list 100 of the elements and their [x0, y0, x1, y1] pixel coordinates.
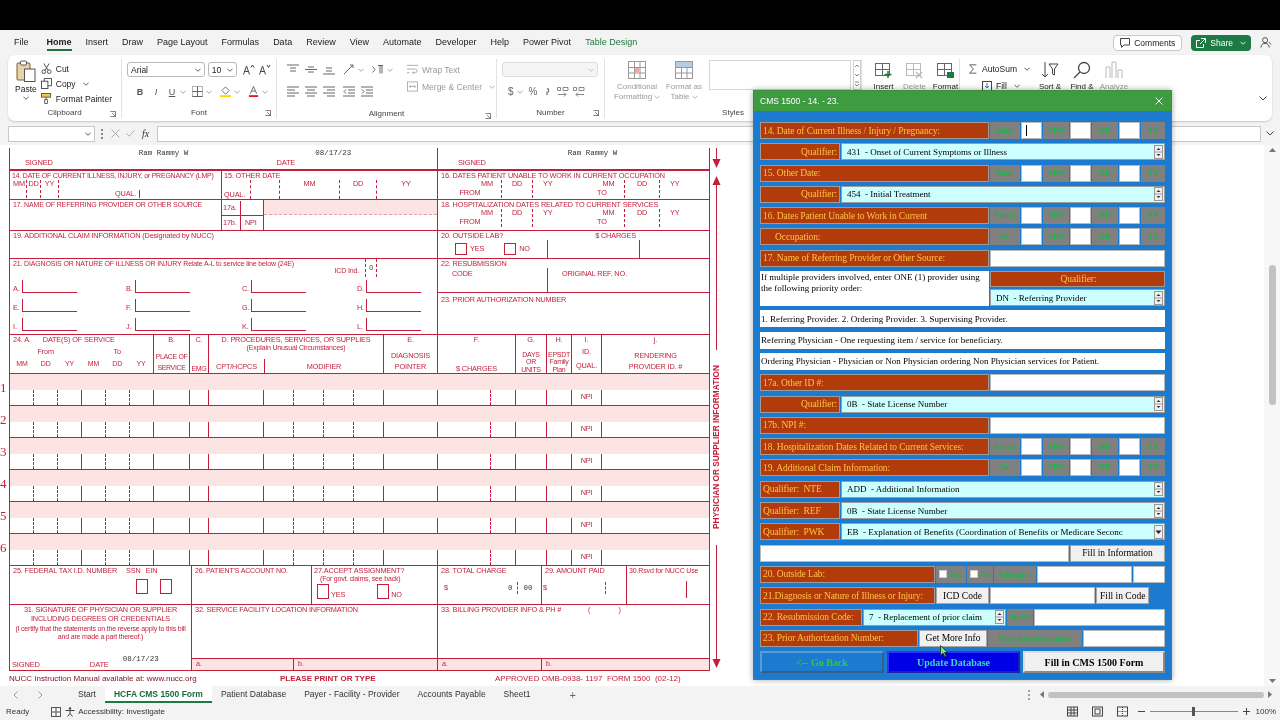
- ribbon-tab[interactable]: Data: [273, 34, 293, 51]
- zoom-level[interactable]: 100%: [1255, 707, 1276, 716]
- fill-button[interactable]: Fill: [982, 78, 1034, 93]
- collapse-ribbon-icon[interactable]: [1259, 96, 1267, 101]
- qualifier-dropdown[interactable]: ADD - Additional Information: [841, 480, 1165, 498]
- copy-button[interactable]: Copy: [40, 76, 112, 91]
- autosum-button[interactable]: AutoSum: [968, 61, 1034, 76]
- scrollbar-thumb[interactable]: [1048, 691, 1264, 698]
- fill-form-button[interactable]: Fill in CMS 1500 Form: [1023, 651, 1165, 674]
- accounting-format-button[interactable]: $: [508, 86, 514, 97]
- ribbon-tab[interactable]: Developer: [435, 34, 477, 51]
- scroll-right-icon[interactable]: [1268, 691, 1272, 698]
- align-middle-icon[interactable]: [305, 64, 317, 75]
- format-painter-button[interactable]: Format Painter: [40, 91, 112, 106]
- ribbon-tab[interactable]: Automate: [383, 34, 422, 51]
- font-size-dropdown[interactable]: 10: [207, 62, 237, 77]
- ribbon-tab[interactable]: Formulas: [221, 34, 260, 51]
- cut-button[interactable]: Cut: [40, 61, 112, 76]
- spin-buttons-icon[interactable]: [1154, 482, 1163, 497]
- text-input[interactable]: [1021, 122, 1042, 139]
- dialog-launcher-icon[interactable]: [593, 110, 599, 116]
- spin-buttons-icon[interactable]: [1154, 397, 1163, 412]
- comments-button[interactable]: Comments: [1113, 34, 1183, 51]
- text-input[interactable]: [1119, 164, 1140, 182]
- text-input[interactable]: [1070, 228, 1091, 246]
- text-input[interactable]: [1037, 565, 1132, 583]
- text-input[interactable]: [990, 374, 1165, 392]
- ribbon-tab[interactable]: Insert: [85, 34, 109, 51]
- scroll-up-icon[interactable]: [1268, 148, 1276, 152]
- scrollbar-thumb[interactable]: [1268, 265, 1276, 405]
- text-direction-icon[interactable]: [372, 64, 384, 75]
- dialog-launcher-icon[interactable]: [265, 110, 271, 116]
- insert-cells-button[interactable]: Insert: [870, 59, 897, 118]
- text-input[interactable]: [1021, 228, 1042, 246]
- bold-button[interactable]: B: [135, 86, 145, 97]
- fill-in-code-button[interactable]: Fill in Code: [1096, 587, 1150, 605]
- ribbon-tab[interactable]: Help: [490, 34, 510, 51]
- text-input[interactable]: [1083, 629, 1165, 647]
- text-input[interactable]: [1021, 459, 1042, 477]
- spin-buttons-icon[interactable]: [1154, 144, 1163, 159]
- scroll-down-icon[interactable]: [1268, 679, 1276, 683]
- text-input[interactable]: [1119, 207, 1140, 225]
- person-icon[interactable]: [1260, 37, 1272, 48]
- ribbon-tab[interactable]: Power Pivot: [523, 34, 572, 51]
- next-sheet-icon[interactable]: [38, 690, 43, 699]
- qualifier-dropdown[interactable]: 0B - State License Number: [841, 502, 1165, 520]
- insert-function-button[interactable]: fx: [142, 128, 150, 139]
- fill-in-button[interactable]: Fill in Information: [1070, 544, 1165, 562]
- close-icon[interactable]: [1155, 97, 1163, 105]
- ribbon-tab[interactable]: Home: [46, 34, 72, 51]
- spin-buttons-icon[interactable]: [1154, 503, 1163, 518]
- page-layout-icon[interactable]: [1091, 706, 1103, 717]
- underline-button[interactable]: U: [167, 86, 177, 97]
- font-color-icon[interactable]: [248, 86, 259, 97]
- zoom-in-icon[interactable]: [1242, 708, 1250, 715]
- text-input[interactable]: [1070, 122, 1091, 139]
- text-input[interactable]: [990, 416, 1165, 434]
- text-input[interactable]: [1070, 164, 1091, 182]
- resubmission-code-dropdown[interactable]: 7 - Replacement of prior claim: [863, 608, 1006, 626]
- dialog-launcher-icon[interactable]: [485, 113, 491, 119]
- expand-formula-bar-icon[interactable]: [1266, 131, 1274, 136]
- percent-style-button[interactable]: %: [528, 86, 538, 97]
- text-input[interactable]: [1119, 438, 1140, 456]
- ribbon-tab[interactable]: Page Layout: [157, 34, 208, 51]
- sheet-tab[interactable]: HCFA CMS 1500 Form: [104, 686, 212, 703]
- get-more-info-button[interactable]: Get More Info: [919, 629, 987, 647]
- text-input[interactable]: [1119, 228, 1140, 246]
- sheet-tab[interactable]: Payer - Facility - Provider: [295, 686, 409, 703]
- text-input[interactable]: [1021, 207, 1042, 225]
- dialog-launcher-icon[interactable]: [110, 111, 116, 117]
- increase-font-size-icon[interactable]: [243, 64, 255, 75]
- update-database-button[interactable]: Update Database: [887, 651, 1020, 674]
- paste-button[interactable]: Paste: [15, 60, 37, 107]
- accessibility-button[interactable]: Accessibility: Investigate: [65, 706, 165, 717]
- vertical-scrollbar[interactable]: [1264, 145, 1280, 686]
- scroll-left-icon[interactable]: [1040, 691, 1044, 698]
- borders-icon[interactable]: [192, 86, 203, 97]
- share-button[interactable]: Share: [1191, 34, 1251, 51]
- sheet-tab[interactable]: Sheet1: [494, 686, 540, 703]
- spin-buttons-icon[interactable]: [1154, 187, 1163, 202]
- grid-icon[interactable]: [51, 706, 62, 717]
- qualifier-dropdown[interactable]: 0B - State License Number: [841, 395, 1165, 413]
- font-name-dropdown[interactable]: Arial: [127, 62, 205, 77]
- text-input[interactable]: [1021, 164, 1042, 182]
- page-break-preview-icon[interactable]: [1116, 706, 1128, 717]
- sheet-tab[interactable]: Patient Database: [211, 686, 296, 703]
- sheet-tab[interactable]: Accounts Payable: [408, 686, 495, 703]
- text-input[interactable]: [990, 587, 1095, 605]
- text-input[interactable]: [1070, 438, 1091, 456]
- qualifier-dropdown[interactable]: 431 - Onset of Current Symptoms or Illness: [841, 143, 1165, 161]
- increase-decimal-icon[interactable]: [557, 86, 570, 97]
- ribbon-tab[interactable]: File: [14, 34, 29, 51]
- text-input[interactable]: [760, 544, 1069, 562]
- horizontal-scrollbar[interactable]: [1040, 689, 1272, 700]
- text-input[interactable]: [1133, 565, 1165, 583]
- zoom-slider-thumb[interactable]: [1192, 707, 1196, 716]
- format-cells-button[interactable]: Format: [932, 59, 959, 118]
- text-input[interactable]: [990, 249, 1165, 267]
- previous-sheet-icon[interactable]: [13, 690, 18, 699]
- orientation-icon[interactable]: [343, 64, 355, 75]
